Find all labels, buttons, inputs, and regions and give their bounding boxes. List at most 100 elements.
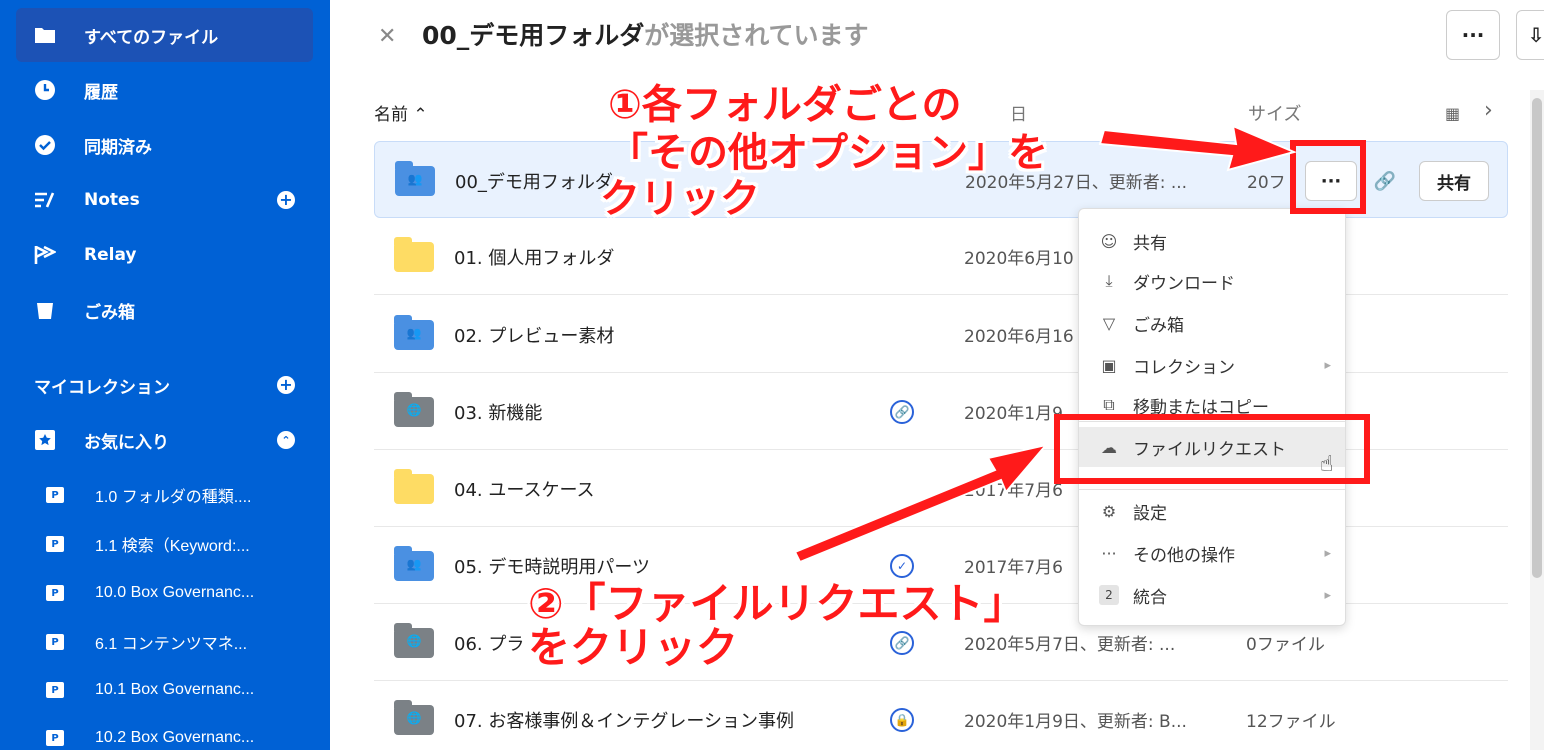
favorite-item[interactable]: P 6.1 コンテンツマネ... [16, 620, 313, 664]
sidebar-item-label: ごみ箱 [84, 302, 135, 323]
row-name[interactable]: 04. ユースケース [454, 476, 595, 502]
annotation-step1-line3: クリック [600, 176, 760, 222]
add-note-icon[interactable]: + [277, 191, 295, 209]
powerpoint-file-icon: P [46, 634, 64, 650]
gear-icon: ⚙ [1101, 501, 1117, 521]
scrollbar[interactable] [1530, 90, 1544, 750]
sidebar-item-history[interactable]: 履歴 [16, 63, 313, 117]
row-name[interactable]: 03. 新機能 [454, 399, 542, 425]
header-download-button[interactable]: ⇩ [1516, 10, 1544, 60]
menu-item-share[interactable]: ☺ 共有 [1079, 221, 1345, 261]
annotation-step2-line1: ②「ファイルリクエスト」 [528, 579, 1026, 628]
powerpoint-file-icon: P [46, 585, 64, 601]
annotation-step1-line2: 「その他オプション」を [608, 130, 1048, 176]
favorite-item[interactable]: P 10.2 Box Governanc... [16, 716, 313, 750]
shared-link-icon[interactable]: 🔗 [890, 400, 914, 424]
external-folder-icon: 🌐 [394, 623, 434, 658]
column-header-name[interactable]: 名前 ⌃ [374, 100, 428, 125]
add-collection-icon[interactable]: + [277, 376, 295, 394]
sidebar-item-relay[interactable]: Relay [16, 228, 313, 282]
folder-icon [34, 24, 56, 46]
grid-view-icon[interactable]: ▦ [1445, 104, 1460, 123]
menu-item-download[interactable]: ⤓ ダウンロード [1079, 261, 1345, 301]
favorite-item[interactable]: P 10.0 Box Governanc... [16, 571, 313, 615]
menu-item-collection[interactable]: ▣ コレクション ▸ [1079, 345, 1345, 385]
row-name[interactable]: 07. お客様事例＆インテグレーション事例 [454, 707, 794, 733]
trash-icon: ▽ [1102, 313, 1116, 333]
row-date: 2017年7月6 [964, 558, 1063, 578]
collab-folder-icon: 👥 [395, 161, 435, 196]
column-header-updated[interactable]: 日 [1010, 100, 1027, 125]
page-title: 00_デモ用フォルダが選択されています [422, 16, 869, 52]
table-row[interactable]: 🌐 07. お客様事例＆インテグレーション事例 🔒 2020年1月9日、更新者:… [374, 681, 1508, 750]
menu-item-label: その他の操作 [1133, 545, 1235, 566]
more-icon: ··· [1101, 543, 1117, 563]
chevron-up-icon[interactable]: ⌃ [277, 431, 295, 449]
selected-folder-name: 00_デモ用フォルダ [422, 21, 645, 50]
chevron-right-icon: ▸ [1324, 545, 1331, 561]
collab-folder-icon: 👥 [394, 546, 434, 581]
header-more-button[interactable]: ··· [1446, 10, 1500, 60]
menu-item-integrations[interactable]: 2 統合 ▸ [1079, 575, 1345, 615]
integration-count-badge: 2 [1099, 585, 1119, 605]
favorite-item-label: 6.1 コンテンツマネ... [95, 636, 248, 653]
row-name[interactable]: 00_デモ用フォルダ [455, 168, 613, 194]
highlight-box-file-request [1054, 414, 1370, 484]
row-date: 2020年1月9 [964, 404, 1063, 424]
row-date: 2020年5月7日、更新者: ... [964, 635, 1176, 655]
menu-item-label: 共有 [1133, 233, 1167, 254]
favorite-item[interactable]: P 10.1 Box Governanc... [16, 668, 313, 712]
clock-icon [34, 79, 56, 101]
sidebar-item-favorites[interactable]: お気に入り ⌃ [16, 413, 313, 467]
sidebar-item-trash[interactable]: ごみ箱 [16, 283, 313, 337]
chevron-right-icon[interactable]: › [1484, 98, 1493, 123]
collection-icon: ▣ [1101, 355, 1117, 375]
highlight-box-more-options [1290, 140, 1366, 214]
menu-item-more-actions[interactable]: ··· その他の操作 ▸ [1079, 533, 1345, 573]
favorite-item-label: 1.0 フォルダの種類.... [95, 489, 252, 506]
copy-link-icon[interactable]: 🔗 [1365, 161, 1405, 201]
check-circle-icon [34, 134, 56, 156]
shared-link-icon[interactable]: 🔗 [890, 631, 914, 655]
powerpoint-file-icon: P [46, 536, 64, 552]
favorite-item[interactable]: P 1.1 検索（Keyword:... [16, 522, 313, 566]
annotation-step2-line2: をクリック [528, 623, 739, 672]
menu-item-label: 統合 [1133, 587, 1167, 608]
menu-item-trash[interactable]: ▽ ごみ箱 [1079, 303, 1345, 343]
row-name[interactable]: 06. プラ [454, 630, 524, 656]
close-selection-icon[interactable]: ✕ [378, 24, 396, 49]
chevron-right-icon: ▸ [1324, 357, 1331, 373]
favorite-item[interactable]: P 1.0 フォルダの種類.... [16, 473, 313, 517]
row-date: 2020年6月10 [964, 249, 1074, 269]
column-header-size[interactable]: サイズ [1248, 100, 1301, 126]
external-folder-icon: 🌐 [394, 700, 434, 735]
lock-link-icon[interactable]: 🔒 [890, 708, 914, 732]
row-name[interactable]: 05. デモ時説明用パーツ [454, 553, 650, 579]
sidebar-item-notes[interactable]: Notes + [16, 173, 313, 227]
menu-divider [1079, 489, 1345, 490]
row-name[interactable]: 01. 個人用フォルダ [454, 244, 614, 270]
sidebar-item-label: 同期済み [84, 137, 152, 158]
sidebar-item-synced[interactable]: 同期済み [16, 118, 313, 172]
sidebar-item-label: Relay [84, 245, 137, 265]
row-name[interactable]: 02. プレビュー素材 [454, 322, 614, 348]
share-icon: ☺ [1100, 231, 1118, 251]
favorite-item-label: 10.0 Box Governanc... [95, 584, 255, 601]
sidebar-item-all-files[interactable]: すべてのファイル [16, 8, 313, 62]
row-date: 2020年6月16 [964, 327, 1074, 347]
synced-check-icon: ✓ [890, 554, 914, 578]
row-size: 12ファイル [1246, 712, 1336, 732]
share-button[interactable]: 共有 [1419, 161, 1489, 201]
sidebar-my-collections[interactable]: マイコレクション + [16, 358, 313, 412]
scroll-thumb[interactable] [1532, 98, 1542, 578]
sidebar-section-label: マイコレクション [34, 377, 170, 398]
sidebar-item-label: Notes [84, 190, 140, 210]
star-box-icon [34, 429, 56, 451]
row-date: 2020年1月9日、更新者: B... [964, 712, 1187, 732]
favorite-item-label: 10.2 Box Governanc... [95, 729, 255, 746]
menu-item-settings[interactable]: ⚙ 設定 [1079, 491, 1345, 531]
external-folder-icon: 🌐 [394, 392, 434, 427]
sidebar-item-label: すべてのファイル [84, 27, 219, 48]
favorite-item-label: 10.1 Box Governanc... [95, 681, 255, 698]
annotation-step1-line1: ①各フォルダごとの [608, 82, 962, 128]
